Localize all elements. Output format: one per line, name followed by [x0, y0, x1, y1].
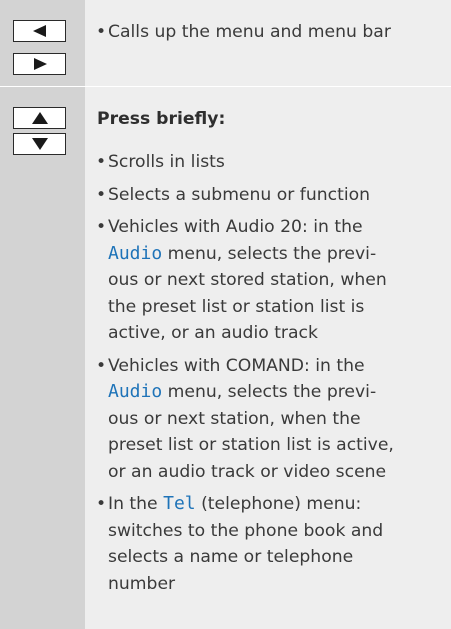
- bullet-list: Calls up the menu and menu bar: [96, 19, 451, 46]
- line: or an audio track or video scene: [108, 461, 387, 482]
- list-item: Vehicles with Audio 20: in the Audio men…: [96, 214, 451, 347]
- line: In the: [108, 494, 164, 514]
- key-column: [0, 0, 85, 87]
- line: Vehicles with Audio 20: in the: [108, 217, 363, 237]
- line: (telephone) menu:: [195, 494, 362, 514]
- line: switches to the phone book and: [108, 520, 384, 541]
- list-item: Scrolls in lists: [96, 149, 451, 176]
- line: the preset list or station list is: [108, 296, 365, 317]
- right-arrow-key-icon: [13, 53, 66, 75]
- manual-page: Calls up the menu and menu bar Press bri…: [0, 0, 451, 629]
- list-item: Calls up the menu and menu bar: [96, 19, 451, 46]
- description-column: Calls up the menu and menu bar: [85, 0, 451, 87]
- line: ous or next stored station, when: [108, 270, 387, 290]
- key-column: [0, 87, 85, 629]
- line: active, or an audio track: [108, 323, 318, 343]
- line: ous or next station, when the: [108, 408, 361, 429]
- section-heading: Press briefly:: [97, 109, 226, 129]
- menu-name-audio: Audio: [108, 381, 163, 402]
- up-arrow-key-icon: [13, 107, 66, 129]
- line: number: [108, 573, 176, 594]
- menu-name-tel: Tel: [163, 493, 196, 514]
- left-arrow-key-icon: [13, 20, 66, 42]
- down-arrow-key-icon: [13, 133, 66, 155]
- list-item: Vehicles with COMAND: in the Audio menu,…: [96, 353, 451, 486]
- line: Vehicles with COMAND: in the: [108, 355, 365, 376]
- line: selects a name or telephone: [108, 547, 354, 567]
- table-row-left-right: Calls up the menu and menu bar: [0, 0, 451, 87]
- line: menu, selects the previ-: [162, 243, 377, 264]
- list-item: In the Tel (telephone) menu: switches to…: [96, 491, 451, 597]
- line: menu, selects the previ-: [162, 382, 377, 402]
- table-row-up-down: Press briefly: Scrolls in lists Selects …: [0, 87, 451, 629]
- menu-name-audio: Audio: [108, 242, 163, 264]
- bullet-list: Scrolls in lists Selects a submenu or fu…: [96, 149, 451, 603]
- description-column: Press briefly: Scrolls in lists Selects …: [85, 87, 451, 629]
- list-item: Selects a submenu or function: [96, 182, 451, 209]
- line: preset list or station list is active,: [108, 435, 394, 455]
